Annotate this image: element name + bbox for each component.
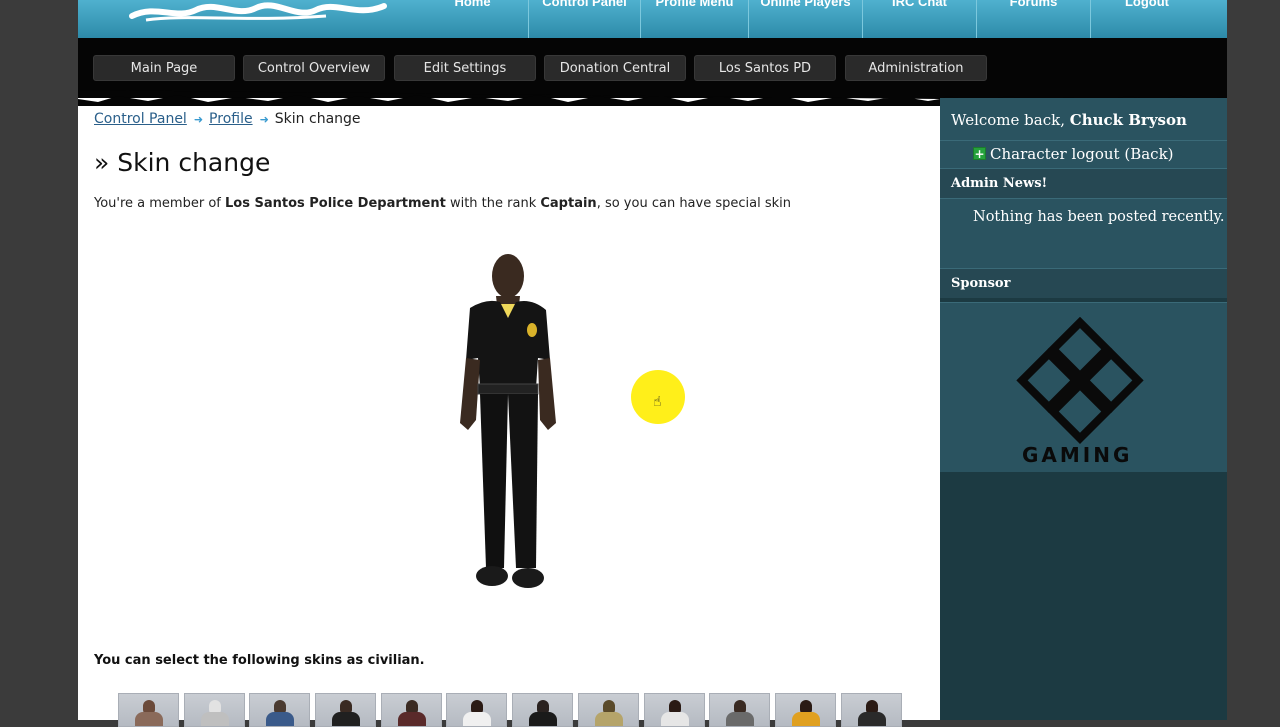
skin-thumbnail[interactable]	[249, 693, 311, 727]
breadcrumb-current: Skin change	[274, 111, 361, 127]
subnav-donation-central[interactable]: Donation Central	[544, 55, 686, 81]
skin-thumbnail[interactable]	[380, 693, 442, 727]
skin-thumbnail[interactable]	[643, 693, 705, 727]
desc-prefix: You're a member of	[94, 196, 225, 211]
sponsor-name: GAMING	[1022, 443, 1133, 467]
cursor-highlight: ☝	[631, 370, 685, 424]
arrow-right-icon: ➜	[193, 112, 204, 126]
desc-suffix: , so you can have special skin	[596, 196, 791, 211]
page-title: » Skin change	[94, 148, 271, 177]
skin-thumbnail[interactable]	[446, 693, 508, 727]
skin-thumbnail[interactable]	[577, 693, 639, 727]
skin-thumbnail[interactable]	[709, 693, 771, 727]
site-logo[interactable]	[126, 0, 392, 26]
breadcrumb-control-panel[interactable]: Control Panel	[94, 111, 187, 127]
skin-thumbnail[interactable]	[774, 693, 836, 727]
topnav-home[interactable]: Home	[417, 0, 528, 38]
subnav-edit-settings[interactable]: Edit Settings	[394, 55, 536, 81]
sponsor-heading: Sponsor	[940, 268, 1227, 298]
top-nav: Home Control Panel Profile Menu Online P…	[78, 0, 1227, 39]
skin-thumbnail[interactable]	[840, 693, 902, 727]
skin-thumbnail[interactable]	[118, 693, 179, 727]
desc-mid: with the rank	[445, 196, 541, 211]
skin-thumbnail[interactable]	[512, 693, 574, 727]
sponsor-box: GAMING	[940, 302, 1227, 472]
welcome-message: Welcome back, Chuck Bryson	[940, 98, 1227, 140]
topnav-online-players[interactable]: Online Players	[748, 0, 862, 38]
site-frame: Home Control Panel Profile Menu Online P…	[78, 0, 1227, 727]
arrow-right-icon: ➜	[259, 112, 269, 126]
plus-icon: +	[973, 147, 986, 161]
admin-news-box: Nothing has been posted recently.	[940, 198, 1227, 268]
subnav-control-overview[interactable]: Control Overview	[243, 55, 385, 81]
subnav-los-santos-pd[interactable]: Los Santos PD	[694, 55, 836, 81]
topnav-logout[interactable]: Logout	[1090, 0, 1203, 38]
topnav-forums[interactable]: Forums	[976, 0, 1090, 38]
main-content: Control Panel ➜ Profile ➜ Skin change » …	[78, 90, 1227, 727]
character-skin-preview	[460, 254, 556, 588]
admin-news-heading: Admin News!	[940, 168, 1227, 198]
rank-name: Captain	[540, 196, 597, 211]
subnav-main-page[interactable]: Main Page	[93, 55, 235, 81]
breadcrumb-profile[interactable]: Profile	[209, 111, 253, 127]
department-name: Los Santos Police Department	[224, 196, 446, 211]
username: Chuck Bryson	[1069, 111, 1187, 129]
civilian-skin-list	[118, 693, 906, 727]
skin-thumbnail[interactable]	[315, 693, 377, 727]
top-nav-links: Home Control Panel Profile Menu Online P…	[417, 0, 1203, 38]
admin-news-text: Nothing has been posted recently.	[973, 209, 1225, 225]
hand-pointer-icon: ☝	[653, 394, 662, 410]
welcome-prefix: Welcome back,	[951, 111, 1070, 129]
character-logout-link[interactable]: + Character logout (Back)	[940, 140, 1227, 168]
sidebar: Welcome back, Chuck Bryson + Character l…	[940, 98, 1227, 720]
topnav-control-panel[interactable]: Control Panel	[528, 0, 640, 38]
breadcrumb: Control Panel ➜ Profile ➜ Skin change	[94, 111, 361, 127]
sub-nav: Main Page Control Overview Edit Settings…	[78, 38, 1227, 98]
topnav-irc-chat[interactable]: IRC Chat	[862, 0, 976, 38]
membership-description: You're a member of Los Santos Police Dep…	[94, 196, 791, 211]
civilian-skins-heading: You can select the following skins as ci…	[94, 653, 425, 668]
character-logout-label: Character logout (Back)	[990, 145, 1174, 163]
topnav-profile-menu[interactable]: Profile Menu	[640, 0, 748, 38]
skin-thumbnail[interactable]	[183, 693, 245, 727]
subnav-administration[interactable]: Administration	[845, 55, 987, 81]
